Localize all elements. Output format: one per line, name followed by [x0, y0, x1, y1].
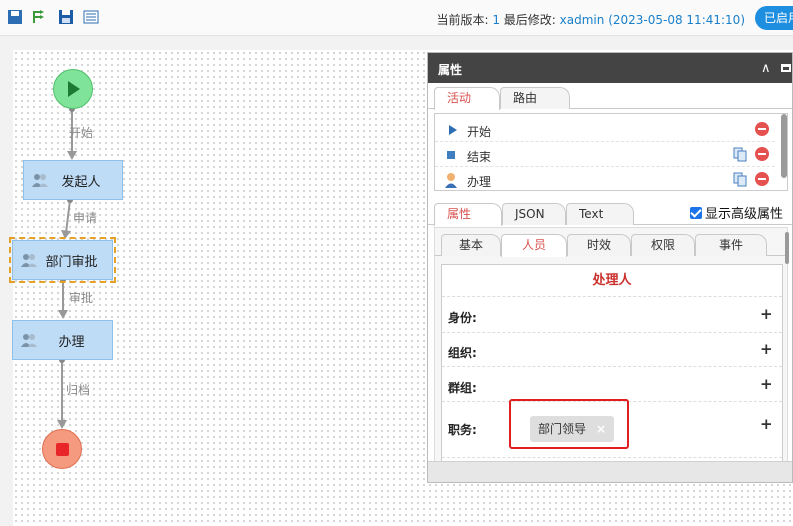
collapse-icon[interactable]: ∧ [761, 61, 771, 76]
tab-text[interactable]: Text [566, 203, 634, 225]
canvas-edge [0, 36, 13, 526]
node-handle-label: 办理 [58, 334, 85, 350]
tab-properties[interactable]: 属性 [434, 203, 502, 226]
list-item[interactable]: 结束 [435, 143, 775, 167]
edge-label-start: 开始 [69, 126, 94, 140]
node-dept-approval-label: 部门审批 [45, 254, 98, 270]
tab-basic[interactable]: 基本 [441, 234, 501, 256]
handler-title: 处理人 [442, 265, 782, 297]
add-icon[interactable]: + [760, 305, 773, 323]
start-node[interactable] [53, 69, 93, 109]
handler-panel: 处理人 身份: + 组织: + 群组: + 职务: 部门领导 × + [441, 264, 783, 482]
tab-events[interactable]: 事件 [695, 234, 767, 256]
panel-header: 属性 ∧ [428, 53, 792, 83]
list-item-label: 结束 [467, 150, 492, 164]
list-scrollbar[interactable] [781, 114, 787, 178]
node-initiator[interactable]: 发起人 [23, 160, 123, 200]
version-value: 1 [492, 13, 500, 27]
play-icon [449, 125, 457, 135]
handler-row-org: 组织: + [442, 333, 782, 367]
copy-icon[interactable] [733, 172, 747, 187]
person-subtabbar: 基本 人员 时效 权限 事件 [435, 228, 789, 257]
edge-label-apply: 申请 [73, 211, 98, 225]
handler-row-label: 组织: [448, 346, 477, 360]
content-scrollbar[interactable] [785, 232, 789, 264]
maximize-icon[interactable] [781, 64, 791, 72]
node-dept-approval[interactable]: 部门审批 [9, 237, 116, 283]
add-icon[interactable]: + [760, 340, 773, 358]
edge-label-approve: 审批 [69, 291, 94, 305]
node-initiator-label: 发起人 [61, 174, 101, 190]
remove-icon[interactable] [755, 147, 769, 161]
tab-json[interactable]: JSON [502, 203, 566, 225]
stop-square-icon [447, 151, 455, 159]
activity-list: 开始 结束 办理 [434, 113, 788, 191]
modified-value: xadmin (2023-05-08 11:41:10) [559, 13, 745, 27]
activity-tabbar: 活动 路由 [428, 83, 792, 110]
version-label: 当前版本: [436, 13, 489, 27]
highlight-box [509, 399, 629, 449]
stop-icon [56, 443, 69, 456]
handler-row-label: 群组: [448, 381, 477, 395]
toolbar: 当前版本: 1 最后修改: xadmin (2023-05-08 11:41:1… [0, 0, 793, 36]
advanced-checkbox[interactable] [690, 207, 702, 219]
tab-permission[interactable]: 权限 [631, 234, 695, 256]
tab-timeliness[interactable]: 时效 [567, 234, 631, 256]
handler-row-identity: 身份: + [442, 297, 782, 333]
tab-route[interactable]: 路由 [500, 87, 570, 109]
copy-icon[interactable] [733, 147, 747, 162]
version-info: 当前版本: 1 最后修改: xadmin (2023-05-08 11:41:1… [436, 11, 745, 28]
remove-icon[interactable] [755, 122, 769, 136]
add-icon[interactable]: + [760, 375, 773, 393]
advanced-toggle[interactable]: 显示高级属性 [690, 203, 783, 222]
tab-personnel[interactable]: 人员 [501, 234, 567, 257]
route-icon[interactable] [30, 9, 46, 25]
canvas-margin [0, 36, 793, 50]
disk-icon[interactable] [58, 9, 74, 25]
panel-footer [428, 461, 792, 482]
list-item[interactable]: 办理 [435, 168, 775, 192]
handler-row-group: 群组: + [442, 367, 782, 402]
list-item-label: 办理 [467, 175, 492, 189]
edge-label-archive: 归档 [66, 383, 91, 397]
handler-row-label: 职务: [448, 423, 477, 437]
add-icon[interactable]: + [760, 415, 773, 433]
handler-row-label: 身份: [448, 311, 477, 325]
enabled-button[interactable]: 已启用 [755, 6, 793, 30]
list-view-icon[interactable] [83, 9, 99, 25]
user-icon [445, 173, 457, 188]
save-icon[interactable] [7, 9, 23, 25]
advanced-label: 显示高级属性 [705, 207, 784, 222]
tab-activity[interactable]: 活动 [434, 87, 500, 110]
panel-title: 属性 [438, 63, 463, 77]
list-item-label: 开始 [467, 125, 492, 139]
list-item[interactable]: 开始 [435, 118, 775, 142]
end-node[interactable] [42, 429, 82, 469]
play-icon [68, 81, 80, 97]
modified-label: 最后修改: [503, 13, 556, 27]
node-handle[interactable]: 办理 [12, 320, 113, 360]
remove-icon[interactable] [755, 172, 769, 186]
